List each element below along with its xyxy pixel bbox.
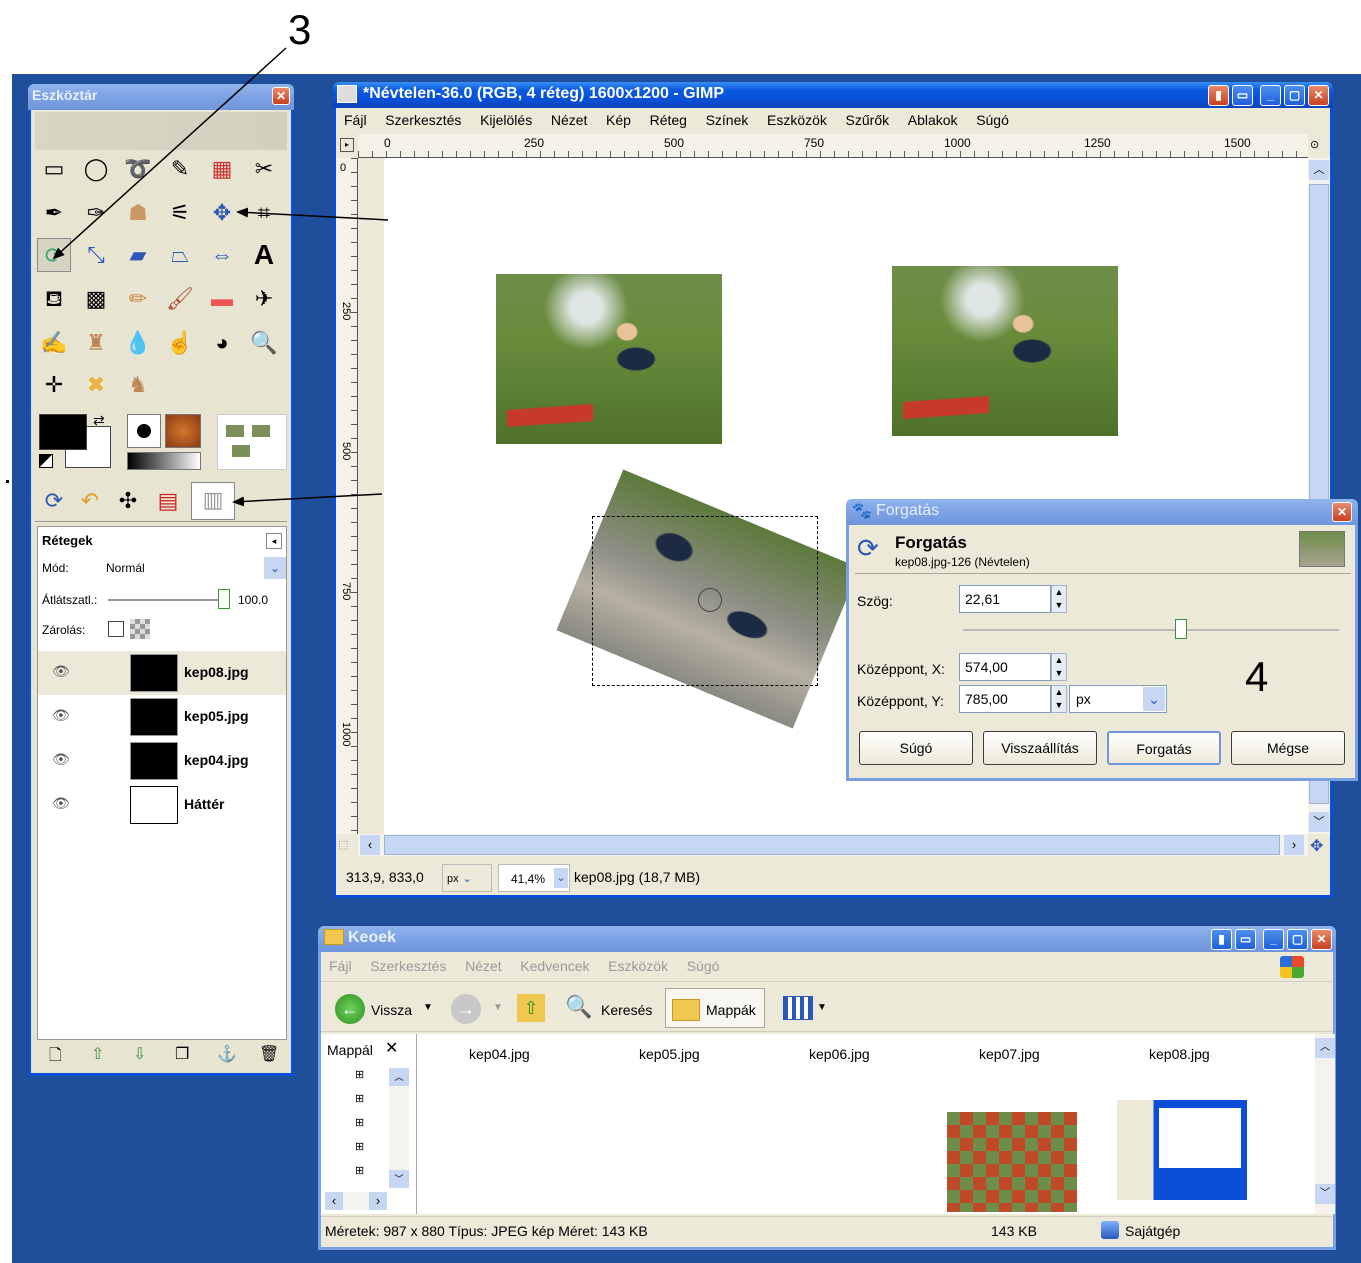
- arrow-1: [232, 493, 383, 507]
- annotation-arrows: [52, 47, 389, 507]
- arrow-3: [52, 47, 287, 260]
- arrow-2: [236, 207, 389, 221]
